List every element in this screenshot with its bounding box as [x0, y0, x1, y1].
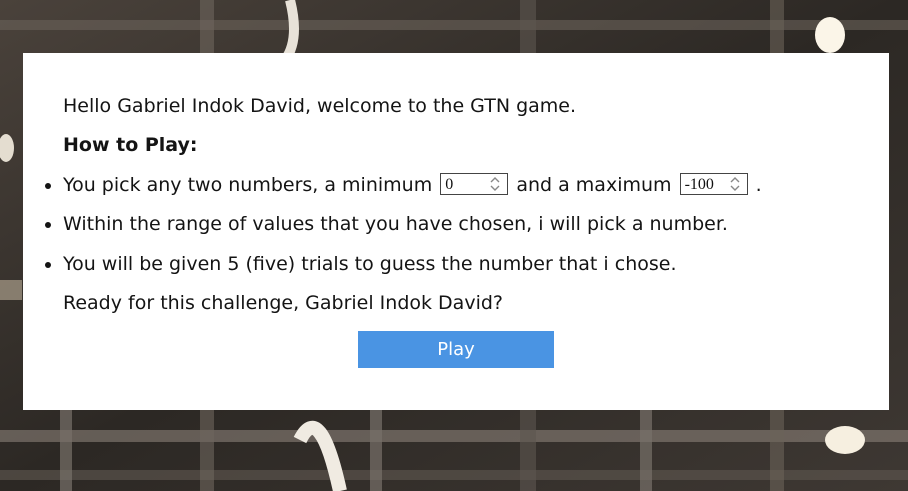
minimum-number-input[interactable]: 0 — [440, 173, 509, 195]
bullet-dot — [45, 222, 51, 228]
bullet-dot — [45, 183, 51, 189]
how-to-play-heading: How to Play: — [63, 134, 198, 156]
rule-pick-middle: and a maximum — [516, 174, 672, 196]
play-button[interactable]: Play — [358, 331, 554, 368]
maximum-value: -100 — [684, 176, 714, 193]
welcome-card: Hello Gabriel Indok David, welcome to th… — [23, 53, 889, 410]
spinner-arrows-icon[interactable] — [489, 176, 501, 192]
maximum-number-input[interactable]: -100 — [679, 173, 748, 195]
greeting-text: Hello Gabriel Indok David, welcome to th… — [63, 95, 577, 117]
rule-pick-numbers: You pick any two numbers, a minimum 0 an… — [63, 173, 762, 197]
minimum-value: 0 — [445, 176, 454, 193]
challenge-text: Ready for this challenge, Gabriel Indok … — [63, 292, 503, 314]
rule-pick-suffix: . — [755, 174, 762, 196]
spinner-arrows-icon[interactable] — [729, 176, 741, 192]
bullet-dot — [45, 262, 51, 268]
rule-range: Within the range of values that you have… — [63, 213, 728, 235]
rule-trials: You will be given 5 (five) trials to gue… — [63, 253, 677, 275]
rule-pick-prefix: You pick any two numbers, a minimum — [63, 174, 433, 196]
